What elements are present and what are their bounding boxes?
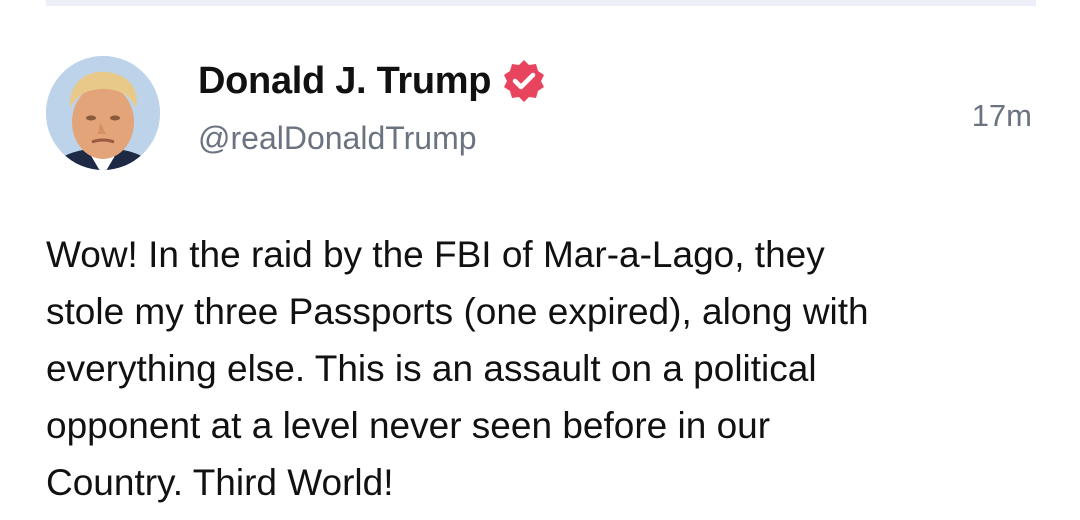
author-display-name[interactable]: Donald J. Trump bbox=[198, 60, 492, 103]
author-info: Donald J. Trump @realDonaldTrump bbox=[198, 56, 547, 157]
post-timestamp[interactable]: 17m bbox=[972, 98, 1032, 134]
author-handle[interactable]: @realDonaldTrump bbox=[198, 120, 547, 157]
profile-avatar[interactable] bbox=[46, 56, 160, 170]
post-header: Donald J. Trump @realDonaldTrump 17m bbox=[46, 54, 1036, 174]
post-body-line: Wow! In the raid by the FBI of Mar-a-Lag… bbox=[46, 234, 825, 275]
author-name-row: Donald J. Trump bbox=[198, 56, 547, 106]
top-divider bbox=[46, 0, 1036, 6]
post-body-line: opponent at a level never seen before in… bbox=[46, 405, 771, 446]
post-body-line: stole my three Passports (one expired), … bbox=[46, 291, 869, 332]
post-body-line: everything else. This is an assault on a… bbox=[46, 348, 817, 389]
avatar-image bbox=[46, 56, 160, 170]
post-body: Wow! In the raid by the FBI of Mar-a-Lag… bbox=[46, 226, 1046, 511]
verified-badge-icon bbox=[501, 58, 547, 104]
post-body-line: Country. Third World! bbox=[46, 462, 394, 503]
